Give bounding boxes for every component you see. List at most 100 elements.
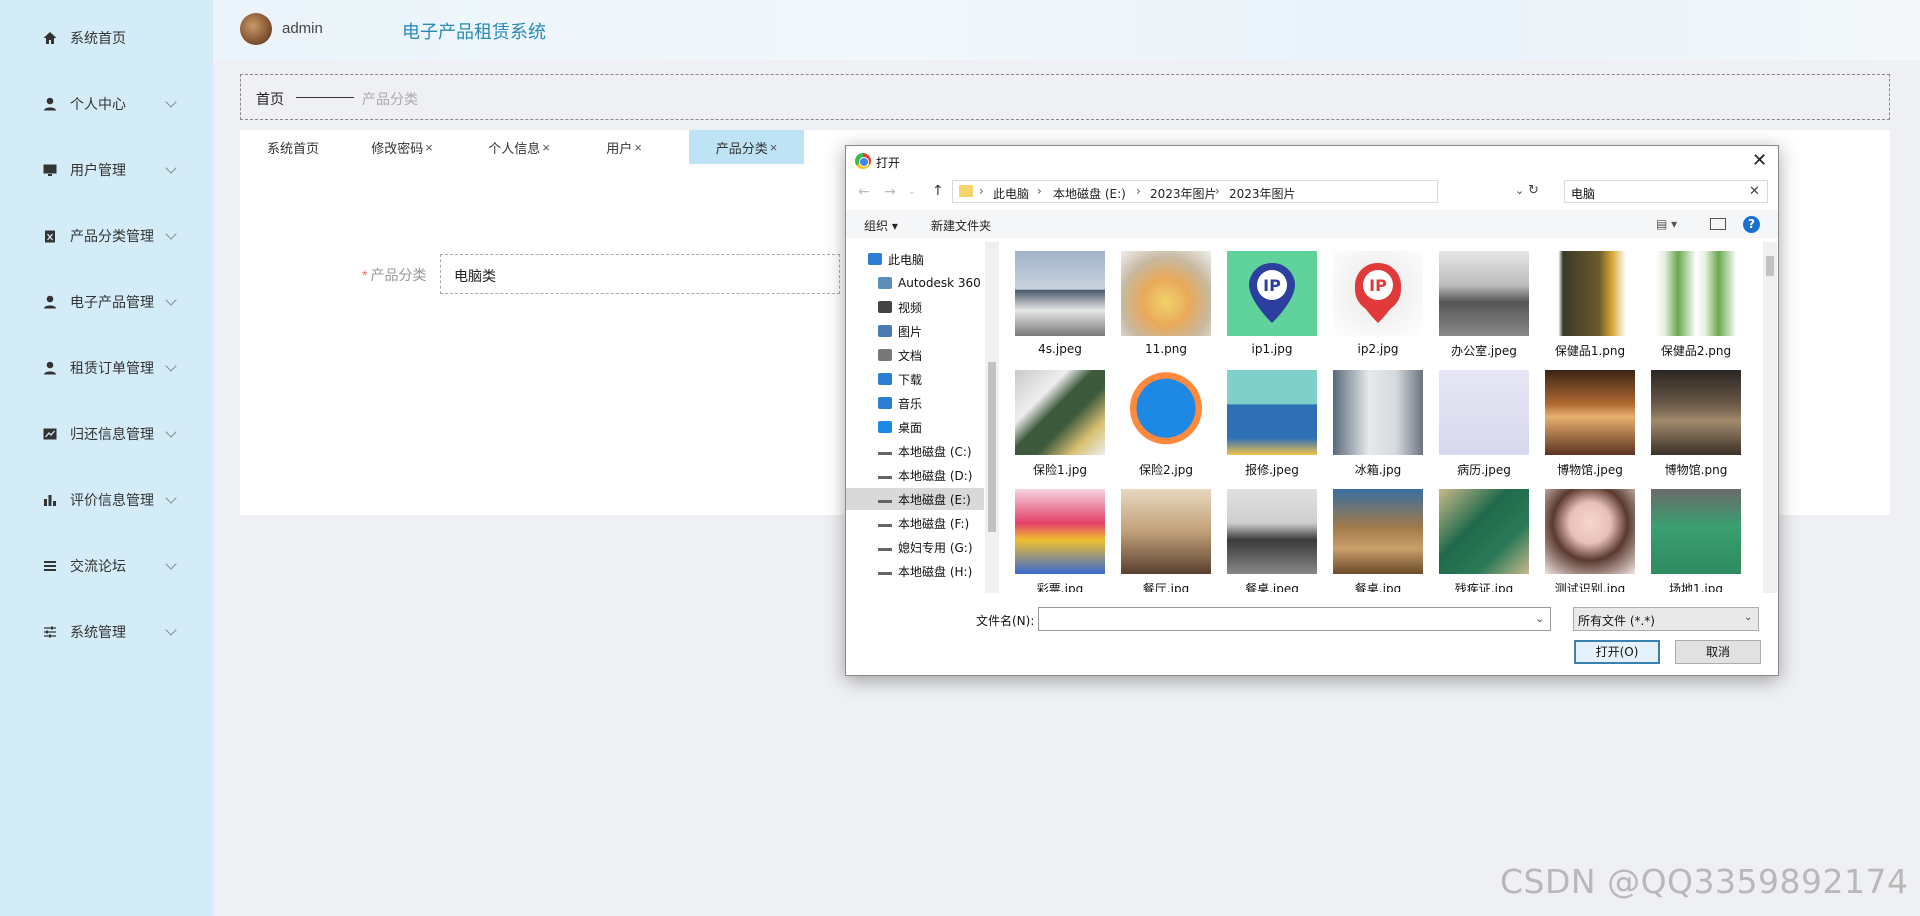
back-arrow-icon[interactable]: ← [858, 184, 870, 200]
file-item[interactable]: 残疾证.jpg [1430, 480, 1530, 592]
tab[interactable]: 系统首页 [250, 130, 336, 164]
file-item[interactable]: 餐厅.jpg [1112, 480, 1212, 592]
filename-input[interactable]: ⌄ [1038, 607, 1551, 631]
grid-scrollbar-thumb[interactable] [1766, 256, 1774, 276]
chart-icon [42, 426, 58, 442]
help-icon[interactable]: ? [1743, 216, 1760, 233]
sidebar-item-label: 个人中心 [70, 96, 126, 112]
nav-item[interactable]: 媳妇专用 (G:) [846, 536, 984, 558]
close-icon[interactable]: ✕ [1752, 150, 1767, 171]
breadcrumb-home[interactable]: 首页 [256, 89, 284, 109]
sidebar-item[interactable]: 交流论坛 [0, 546, 213, 586]
file-item[interactable]: 保健品2.png [1642, 242, 1742, 361]
address-segment[interactable]: 本地磁盘 (E:) [1053, 185, 1126, 202]
nav-scrollbar[interactable] [985, 242, 999, 593]
svg-text:IP: IP [1263, 276, 1281, 295]
address-segment[interactable]: 2023年图片 [1150, 185, 1217, 202]
tab[interactable]: 修改密码 × [352, 130, 452, 164]
nav-item[interactable]: 文档 [846, 344, 984, 366]
nav-item[interactable]: 本地磁盘 (D:) [846, 464, 984, 486]
file-item[interactable]: 场地1.jpg [1642, 480, 1742, 592]
file-item[interactable]: 保险2.jpg [1112, 361, 1212, 480]
address-bar[interactable]: › 此电脑 › 本地磁盘 (E:) › 2023年图片 › 2023年图片 ⌄ … [952, 180, 1539, 203]
sidebar-item[interactable]: 评价信息管理 [0, 480, 213, 520]
file-item[interactable]: IP ip1.jpg [1218, 242, 1318, 361]
chevron-down-icon[interactable]: ⌄ [1515, 184, 1524, 197]
file-type-select[interactable]: 所有文件 (*.*) ⌄ [1573, 607, 1759, 631]
sidebar-item[interactable]: 租赁订单管理 [0, 348, 213, 388]
file-item[interactable]: 报修.jpeg [1218, 361, 1318, 480]
file-item[interactable]: 11.png [1112, 242, 1212, 361]
file-item[interactable]: 保健品1.png [1536, 242, 1636, 361]
grid-scrollbar[interactable] [1763, 242, 1777, 593]
sidebar-item[interactable]: 归还信息管理 [0, 414, 213, 454]
file-item[interactable]: 餐桌.jpeg [1218, 480, 1318, 592]
nav-item[interactable]: 音乐 [846, 392, 984, 414]
file-thumbnail [1227, 489, 1317, 574]
tab[interactable]: 产品分类 × [689, 130, 804, 164]
recent-dropdown-icon[interactable]: ⌄ [908, 187, 916, 197]
nav-item-label: 本地磁盘 (F:) [898, 516, 970, 531]
file-name: 餐厅.jpg [1142, 582, 1190, 592]
view-options-icon[interactable]: ▤ ▾ [1656, 217, 1677, 231]
refresh-icon[interactable]: ↻ [1528, 183, 1539, 198]
preview-pane-icon[interactable] [1710, 218, 1726, 230]
nav-scrollbar-thumb[interactable] [988, 362, 996, 532]
nav-item[interactable]: 桌面 [846, 416, 984, 438]
sidebar-item[interactable]: 产品分类管理 [0, 216, 213, 256]
nav-item[interactable]: Autodesk 360 [846, 272, 984, 294]
forward-arrow-icon[interactable]: → [884, 184, 896, 200]
chevron-down-icon [165, 96, 177, 108]
close-tab-icon[interactable]: × [770, 140, 778, 155]
nav-item[interactable]: 本地磁盘 (E:) [846, 488, 984, 510]
nav-item[interactable]: 下载 [846, 368, 984, 390]
nav-item[interactable]: 视频 [846, 296, 984, 318]
address-segment[interactable]: 2023年图片 [1229, 185, 1296, 202]
tab-label: 产品分类 [715, 140, 768, 156]
file-item[interactable]: 冰箱.jpg [1324, 361, 1424, 480]
sidebar-item[interactable]: 电子产品管理 [0, 282, 213, 322]
close-tab-icon[interactable]: × [542, 140, 550, 155]
sliders-icon [42, 624, 58, 640]
chevron-right-icon: › [1215, 184, 1220, 198]
user-icon [42, 360, 58, 376]
file-item[interactable]: 办公室.jpeg [1430, 242, 1530, 361]
sidebar-item[interactable]: 系统管理 [0, 612, 213, 652]
avatar[interactable] [240, 13, 272, 45]
sidebar-item-label: 交流论坛 [70, 558, 126, 574]
up-arrow-icon[interactable]: ↑ [932, 183, 944, 199]
file-item[interactable]: 测试识别.jpg [1536, 480, 1636, 592]
file-item[interactable]: 病历.jpeg [1430, 361, 1530, 480]
file-item[interactable]: IP ip2.jpg [1324, 242, 1424, 361]
nav-item[interactable]: 图片 [846, 320, 984, 342]
file-item[interactable]: 彩票.jpg [1006, 480, 1106, 592]
tab[interactable]: 用户 × [582, 130, 666, 164]
file-thumbnail [1333, 370, 1423, 455]
clear-search-icon[interactable]: ✕ [1749, 184, 1760, 199]
dialog-toolbar: 组织 ▾ 新建文件夹 ▤ ▾ ? [846, 210, 1778, 238]
organize-menu[interactable]: 组织 ▾ [864, 217, 898, 234]
nav-item[interactable]: 此电脑 [846, 248, 984, 270]
file-item[interactable]: 4s.jpeg [1006, 242, 1106, 361]
tab[interactable]: 个人信息 × [471, 130, 567, 164]
sidebar-item[interactable]: 用户管理 [0, 150, 213, 190]
close-tab-icon[interactable]: × [634, 140, 642, 155]
cancel-button[interactable]: 取消 [1675, 640, 1761, 664]
sidebar-item[interactable]: 个人中心 [0, 84, 213, 124]
file-item[interactable]: 博物馆.jpeg [1536, 361, 1636, 480]
close-tab-icon[interactable]: × [425, 140, 433, 155]
file-item[interactable]: 餐桌.jpg [1324, 480, 1424, 592]
nav-item[interactable]: 本地磁盘 (F:) [846, 512, 984, 534]
file-item[interactable]: 博物馆.png [1642, 361, 1742, 480]
nav-item[interactable]: 本地磁盘 (H:) [846, 560, 984, 582]
chevron-down-icon[interactable]: ⌄ [1535, 612, 1544, 625]
sidebar-item-label: 用户管理 [70, 162, 126, 178]
new-folder-button[interactable]: 新建文件夹 [931, 217, 991, 234]
search-input[interactable]: 电脑 ✕ [1564, 180, 1768, 203]
nav-item[interactable]: 本地磁盘 (C:) [846, 440, 984, 462]
category-input[interactable]: 电脑类 [440, 254, 840, 294]
open-button[interactable]: 打开(O) [1574, 640, 1660, 664]
sidebar-item[interactable]: 系统首页 [0, 18, 213, 58]
address-segment[interactable]: 此电脑 [993, 185, 1029, 202]
file-item[interactable]: 保险1.jpg [1006, 361, 1106, 480]
